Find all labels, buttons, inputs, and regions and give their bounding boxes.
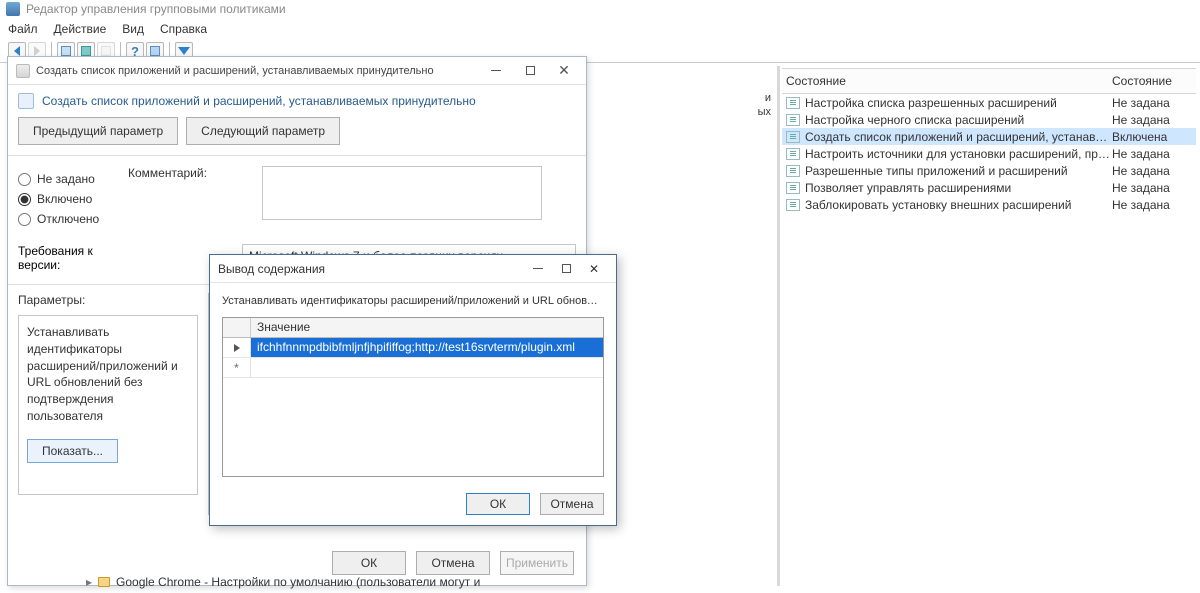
setting-icon: [786, 114, 800, 126]
tree-label: Google Chrome - Настройки по умолчанию (…: [116, 575, 480, 589]
minimize-button[interactable]: [524, 259, 552, 279]
comment-label: Комментарий:: [128, 166, 248, 180]
close-button[interactable]: ✕: [580, 259, 608, 279]
dialog-icon: [16, 64, 30, 78]
cell-value-empty[interactable]: [251, 358, 603, 377]
row-indicator: [223, 338, 251, 357]
dialog-title: Вывод содержания: [218, 262, 524, 276]
setting-icon: [786, 182, 800, 194]
col-state[interactable]: Состояние: [786, 74, 1112, 88]
grid-row-new[interactable]: *: [223, 358, 603, 378]
content-list-dialog: Вывод содержания ✕ Устанавливать идентиф…: [209, 254, 617, 526]
folder-icon: [98, 577, 110, 587]
setting-icon: [786, 131, 800, 143]
menu-help[interactable]: Справка: [160, 22, 207, 36]
maximize-button[interactable]: [516, 61, 544, 81]
menu-action[interactable]: Действие: [54, 22, 107, 36]
list-header: Состояние Состояние: [782, 68, 1196, 94]
list-item[interactable]: Создать список приложений и расширений, …: [782, 128, 1196, 145]
main-window-title: Редактор управления групповыми политикам…: [6, 2, 286, 16]
tree-fragment: и: [765, 92, 771, 104]
dialog-subtitle: Устанавливать идентификаторы расширений/…: [210, 283, 616, 317]
row-header-spacer: [223, 318, 251, 337]
cell-value[interactable]: ifchhfnnmpdbibfmljnfjhpififfog;http://te…: [251, 338, 603, 357]
tree-item[interactable]: ▸ Google Chrome - Настройки по умолчанию…: [86, 575, 480, 589]
list-item[interactable]: Настройка списка разрешенных расширенийН…: [782, 94, 1196, 111]
divider: [8, 155, 586, 156]
setting-icon: [786, 199, 800, 211]
dialog-title: Создать список приложений и расширений, …: [36, 65, 476, 77]
prev-setting-button[interactable]: Предыдущий параметр: [18, 117, 178, 145]
radio-enabled[interactable]: Включено: [18, 192, 114, 206]
next-setting-button[interactable]: Следующий параметр: [186, 117, 340, 145]
radio-disabled[interactable]: Отключено: [18, 212, 114, 226]
comment-textarea[interactable]: [262, 166, 542, 220]
current-row-icon: [234, 344, 240, 352]
params-label: Параметры:: [18, 293, 198, 307]
col-value[interactable]: Значение: [251, 318, 603, 337]
menu-view[interactable]: Вид: [122, 22, 144, 36]
list-item[interactable]: Заблокировать установку внешних расширен…: [782, 196, 1196, 213]
close-button[interactable]: ✕: [550, 61, 578, 81]
list-item[interactable]: Разрешенные типы приложений и расширений…: [782, 162, 1196, 179]
setting-icon: [786, 148, 800, 160]
app-icon: [6, 2, 20, 16]
tree-fragment: ых: [758, 106, 771, 118]
setting-icon: [786, 165, 800, 177]
cancel-button[interactable]: Отмена: [416, 551, 490, 575]
radio-notset[interactable]: Не задано: [18, 172, 114, 186]
ok-button[interactable]: ОК: [466, 493, 530, 515]
grid-header: Значение: [223, 318, 603, 338]
dialog-titlebar: Создать список приложений и расширений, …: [8, 57, 586, 85]
list-item[interactable]: Настроить источники для установки расшир…: [782, 145, 1196, 162]
cancel-button[interactable]: Отмена: [540, 493, 604, 515]
minimize-button[interactable]: [482, 61, 510, 81]
value-grid[interactable]: Значение ifchhfnnmpdbibfmljnfjhpififfog;…: [222, 317, 604, 477]
dialog-subhead: Создать список приложений и расширений, …: [8, 85, 586, 117]
col-state2[interactable]: Состояние: [1112, 74, 1192, 88]
dialog-titlebar: Вывод содержания ✕: [210, 255, 616, 283]
params-desc: Устанавливать идентификаторы расширений/…: [27, 324, 189, 425]
maximize-button[interactable]: [552, 259, 580, 279]
tree-panel: и ых: [612, 66, 780, 586]
list-item[interactable]: Позволяет управлять расширениямиНе задан…: [782, 179, 1196, 196]
title-text: Редактор управления групповыми политикам…: [26, 2, 286, 16]
grid-row[interactable]: ifchhfnnmpdbibfmljnfjhpififfog;http://te…: [223, 338, 603, 358]
list-item[interactable]: Настройка черного списка расширенийНе за…: [782, 111, 1196, 128]
new-row-icon: *: [223, 358, 251, 377]
menu-bar: Файл Действие Вид Справка: [8, 22, 207, 36]
setting-icon: [786, 97, 800, 109]
show-button[interactable]: Показать...: [27, 439, 118, 463]
subhead-text: Создать список приложений и расширений, …: [42, 94, 476, 108]
menu-file[interactable]: Файл: [8, 22, 38, 36]
policy-icon: [18, 93, 34, 109]
ok-button[interactable]: ОК: [332, 551, 406, 575]
settings-list: Состояние Состояние Настройка списка раз…: [782, 68, 1196, 213]
requirements-label: Требования к версии:: [18, 244, 128, 272]
params-box: Устанавливать идентификаторы расширений/…: [18, 315, 198, 495]
apply-button: Применить: [500, 551, 574, 575]
